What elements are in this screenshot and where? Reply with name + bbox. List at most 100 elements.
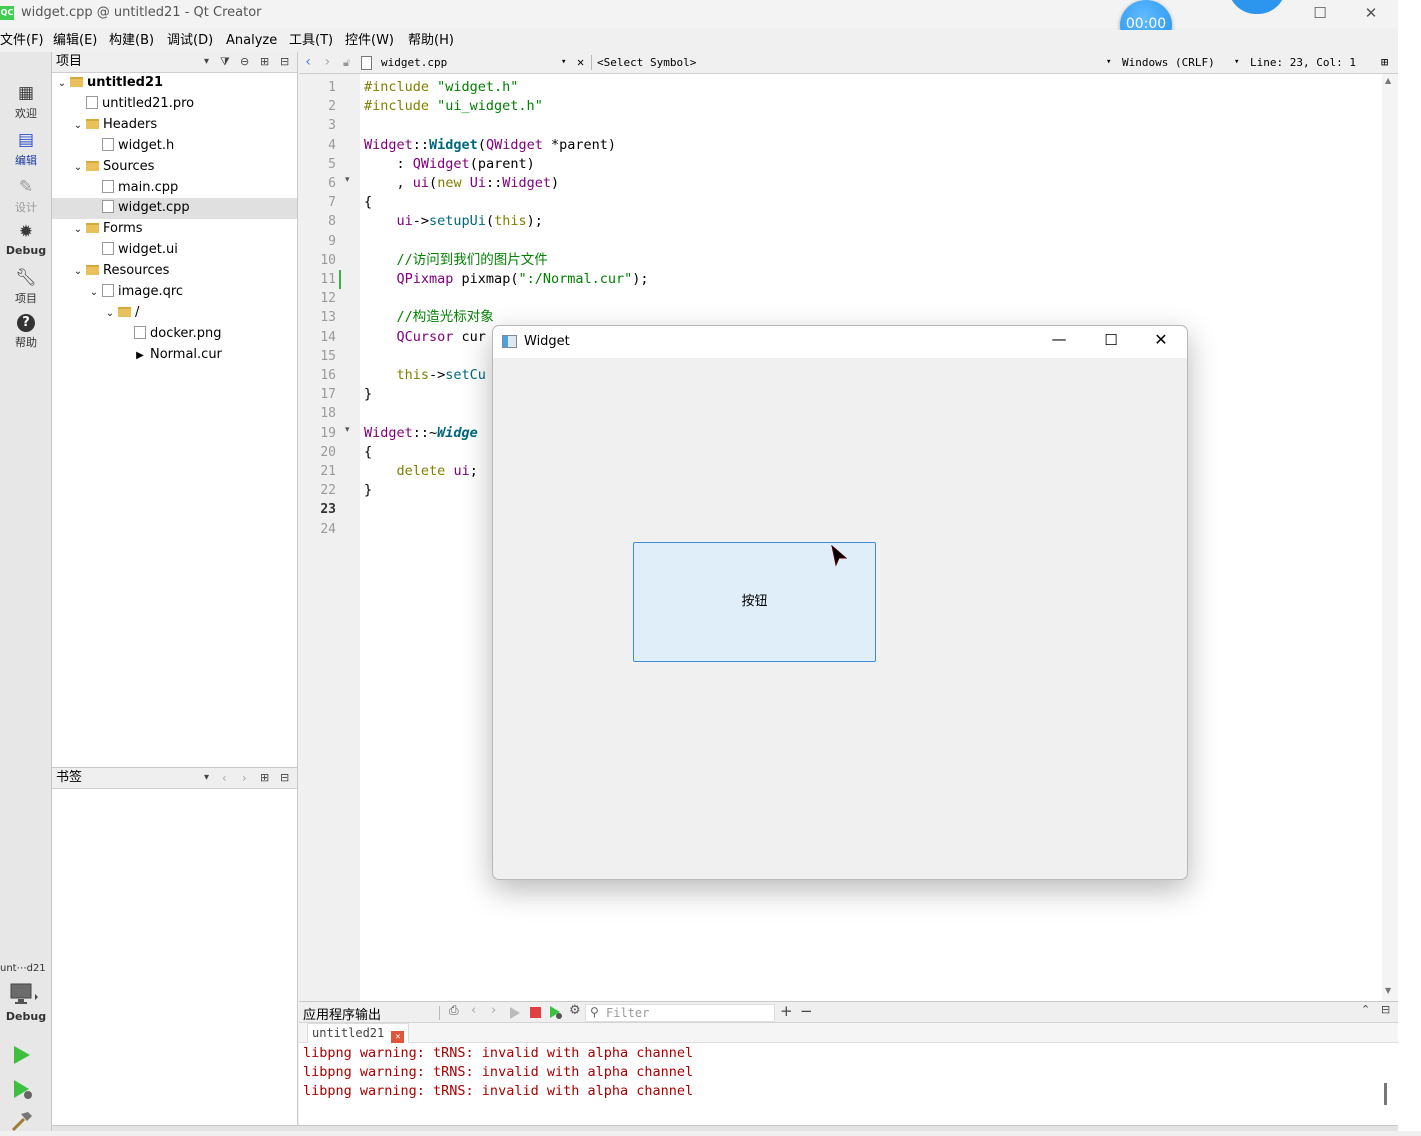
close-pane-icon[interactable]: ⊟	[280, 768, 289, 788]
zoom-in-icon[interactable]: +	[780, 1002, 793, 1020]
file-dropdown-icon[interactable]: ▾	[561, 52, 566, 73]
close-button[interactable]: ✕	[1348, 2, 1394, 26]
mode-grid[interactable]: ▦ 欢迎	[0, 79, 52, 125]
tree-item[interactable]: ⌄ /	[52, 303, 297, 324]
file-icon	[86, 95, 98, 109]
mode-pencil[interactable]: ✎ 设计	[0, 173, 52, 219]
app-close-button[interactable]: ✕	[1149, 330, 1173, 349]
debug-attach-icon[interactable]	[549, 1006, 563, 1024]
debug-run-icon[interactable]	[12, 1079, 34, 1105]
tree-item[interactable]: ⌄ Forms	[52, 219, 297, 240]
app-minimize-button[interactable]: —	[1047, 330, 1071, 348]
tree-item[interactable]: widget.h	[52, 136, 297, 157]
stop-icon[interactable]	[530, 1007, 541, 1018]
expand-arrow-icon[interactable]: ⌄	[56, 74, 68, 94]
expand-arrow-icon[interactable]: ⌄	[104, 304, 116, 324]
code-token: ->	[412, 213, 430, 230]
menu-item[interactable]: 工具(T)	[289, 32, 333, 50]
pane-dropdown-icon[interactable]: ▾	[204, 52, 209, 72]
code-token: "widget.h"	[437, 79, 519, 95]
forward-icon[interactable]: ›	[242, 768, 247, 788]
output-console[interactable]: libpng warning: tRNS: invalid with alpha…	[299, 1043, 1398, 1125]
split-icon[interactable]: ⊞	[260, 768, 269, 788]
filter-icon[interactable]: ⧩	[220, 52, 230, 72]
expand-arrow-icon[interactable]: ⌄	[72, 220, 84, 240]
lock-icon[interactable]: 🔓︎	[343, 52, 350, 73]
code-line: ui->setupUi(this);	[364, 212, 543, 231]
tree-item[interactable]: ⌄ Sources	[52, 157, 297, 178]
tree-item[interactable]: ⌄ image.qrc	[52, 282, 297, 303]
line-number: 6	[328, 176, 336, 191]
expand-arrow-icon[interactable]: ⌄	[72, 116, 84, 136]
cursor-position[interactable]: Line: 23, Col: 1	[1250, 52, 1356, 73]
back-icon[interactable]: ‹	[222, 768, 227, 788]
symbol-dropdown-icon[interactable]: ▾	[1106, 52, 1111, 73]
expand-arrow-icon[interactable]: ⌄	[72, 158, 84, 178]
output-tab[interactable]: untitled21 ✕	[307, 1023, 410, 1044]
menu-item[interactable]: Analyze	[226, 32, 277, 50]
menu-item[interactable]: 调试(D)	[167, 32, 213, 50]
split-editor-icon[interactable]: ⊞	[1381, 52, 1388, 73]
scroll-down-icon[interactable]: ▼	[1385, 986, 1391, 995]
tree-item[interactable]: widget.ui	[52, 240, 297, 261]
app-maximize-button[interactable]: ☐	[1099, 331, 1123, 349]
maximize-button[interactable]: ☐	[1297, 2, 1343, 26]
tree-item[interactable]: ⌄ untitled21	[52, 73, 297, 94]
output-tab-label: untitled21	[312, 1026, 385, 1040]
tree-item[interactable]: untitled21.pro	[52, 94, 297, 115]
expand-arrow-icon[interactable]: ⌄	[72, 262, 84, 282]
tree-item[interactable]: widget.cpp	[52, 198, 297, 220]
rerun-icon[interactable]	[509, 1007, 521, 1023]
fold-marker-icon[interactable]: ▾	[345, 175, 350, 185]
tree-item[interactable]: ⌄ Headers	[52, 115, 297, 136]
attach-icon[interactable]: ⎙	[449, 1003, 459, 1018]
scroll-up-icon[interactable]: ▲	[1385, 76, 1391, 85]
menu-item[interactable]: 控件(W)	[345, 32, 394, 50]
code-line: #include "widget.h"	[364, 78, 518, 97]
close-pane-icon[interactable]: ⊟	[280, 52, 289, 72]
output-scrollbar-thumb[interactable]	[1384, 1083, 1387, 1105]
mode-edit-doc[interactable]: ▤ 编辑	[0, 126, 52, 172]
menu-item[interactable]: 编辑(E)	[53, 32, 97, 50]
code-line: QCursor cur	[364, 328, 486, 347]
monitor-icon[interactable]	[10, 983, 40, 1004]
menu-item[interactable]: 帮助(H)	[408, 32, 454, 50]
mode-wrench[interactable]: 🔧︎ 项目	[0, 264, 52, 310]
line-number: 15	[320, 348, 336, 364]
split-icon[interactable]: ⊞	[260, 52, 269, 72]
menu-item[interactable]: 文件(F)	[0, 32, 44, 50]
zoom-out-icon[interactable]: −	[800, 1002, 813, 1020]
tree-item[interactable]: ▶ Normal.cur	[52, 345, 297, 366]
close-pane-icon[interactable]: ⊟	[1381, 1003, 1390, 1016]
menu-item[interactable]: 构建(B)	[109, 32, 154, 50]
run-icon[interactable]	[12, 1045, 32, 1069]
mode-bug[interactable]: ✹ Debug	[0, 218, 52, 264]
app-widget-window[interactable]: Widget — ☐ ✕ 按钮	[492, 325, 1188, 880]
nav-back-icon[interactable]: ‹	[304, 52, 312, 73]
settings-gear-icon[interactable]: ⚙	[569, 1003, 581, 1018]
mode-help[interactable]: ? 帮助	[0, 310, 52, 356]
prev-icon[interactable]: ‹	[471, 1003, 476, 1018]
close-file-icon[interactable]: ✕	[577, 52, 584, 73]
maximize-pane-icon[interactable]: ⌃	[1361, 1003, 1370, 1016]
expand-arrow-icon[interactable]: ⌄	[88, 283, 100, 303]
editor-vertical-scrollbar[interactable]: ▲ ▼	[1382, 74, 1398, 1001]
grid-icon: ▦	[17, 83, 35, 103]
line-number: 12	[320, 291, 336, 307]
nav-forward-icon[interactable]: ›	[323, 52, 331, 73]
mode-label: 欢迎	[15, 107, 37, 120]
link-icon[interactable]: ⊖	[240, 52, 249, 72]
line-ending-dropdown-icon[interactable]: ▾	[1234, 52, 1239, 73]
build-hammer-icon[interactable]	[10, 1110, 34, 1136]
open-file-name[interactable]: widget.cpp	[381, 52, 447, 73]
pane-dropdown-icon[interactable]: ▾	[204, 768, 209, 788]
symbol-selector[interactable]: <Select Symbol>	[597, 52, 696, 73]
tree-item[interactable]: docker.png	[52, 324, 297, 345]
tree-item[interactable]: main.cpp	[52, 178, 297, 199]
next-icon[interactable]: ›	[491, 1003, 496, 1018]
tree-item[interactable]: ⌄ Resources	[52, 261, 297, 282]
fold-marker-icon[interactable]: ▾	[345, 425, 350, 435]
filter-input[interactable]: ⚲ Filter	[585, 1004, 775, 1022]
code-token: Widge	[437, 424, 478, 441]
line-ending-selector[interactable]: Windows (CRLF)	[1122, 52, 1215, 73]
